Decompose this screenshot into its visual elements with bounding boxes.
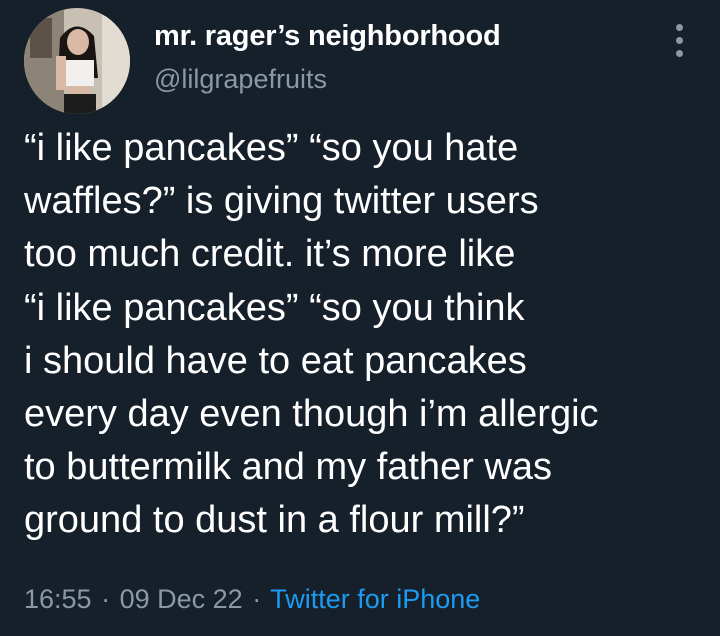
tweet-text-line: i should have to eat pancakes [24,339,527,382]
separator: · [252,584,262,614]
tweet-text-line: every day even though i’m allergic [24,393,599,436]
author-handle[interactable]: @lilgrapefruits [154,64,327,95]
tweet-text: “i like pancakes” “so you hate waffles?”… [24,122,704,548]
tweet-text-line: “i like pancakes” “so you hate [24,127,519,169]
tweet-text-line: waffles?” is giving twitter users [24,180,539,223]
author-display-name[interactable]: mr. rager’s neighborhood [154,20,501,53]
tweet-card: mr. rager’s neighborhood @lilgrapefruits… [0,0,720,636]
tweet-text-line: to buttermilk and my father was [24,446,552,489]
tweet-date[interactable]: 09 Dec 22 [120,584,243,614]
tweet-text-line: “i like pancakes” “so you think [24,286,525,329]
profile-photo-icon [24,8,130,114]
separator: · [101,584,111,614]
tweet-time[interactable]: 16:55 [24,584,92,614]
tweet-text-line: ground to dust in a flour mill?” [24,499,525,542]
tweet-source-link[interactable]: Twitter for iPhone [270,584,480,614]
tweet-metadata: 16:55 · 09 Dec 22 · Twitter for iPhone [24,584,480,615]
tweet-text-line: too much credit. it’s more like [24,233,516,276]
more-options-icon[interactable] [666,18,694,62]
avatar[interactable] [24,8,130,114]
